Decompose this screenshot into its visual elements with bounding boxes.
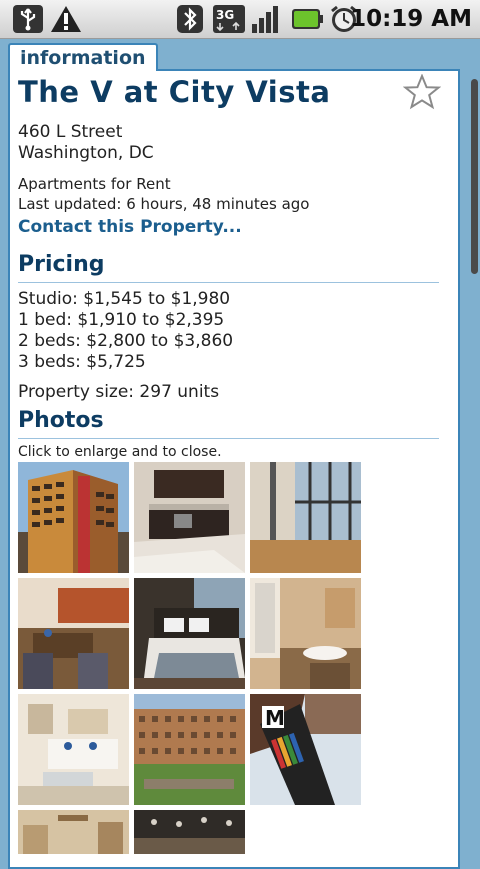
pricing-heading: Pricing [18,252,439,283]
signal-icon [252,6,278,33]
price-2-beds: 2 beds: $2,800 to $3,860 [18,331,234,351]
clock-time: 10:19 AM [350,6,472,32]
photo-bedroom[interactable] [134,578,245,689]
property-size: Property size: 297 units [18,382,220,402]
photo-interior-2[interactable] [134,810,245,854]
property-category: Apartments for Rent [18,175,171,193]
battery-icon [292,9,323,29]
price-1-bed: 1 bed: $1,910 to $2,395 [18,310,225,330]
favorite-star-icon[interactable] [403,74,441,110]
svg-text:3G: 3G [216,8,234,22]
scrollbar[interactable] [471,79,478,274]
svg-text:M: M [265,706,285,730]
photo-building-exterior[interactable] [18,462,129,573]
photos-hint: Click to enlarge and to close. [18,444,222,460]
photo-bathroom[interactable] [250,578,361,689]
photo-courtyard[interactable] [134,694,245,805]
photo-kitchen[interactable] [134,462,245,573]
property-title: The V at City Vista [18,75,331,109]
price-3-beds: 3 beds: $5,725 [18,352,146,372]
photo-dining-area[interactable] [18,578,129,689]
warning-icon [51,6,81,32]
photos-heading: Photos [18,408,439,439]
photo-living-room-windows[interactable] [250,462,361,573]
network-3g-icon: 3G [213,5,245,33]
photo-interior-1[interactable] [18,810,129,854]
contact-property-link[interactable]: Contact this Property... [18,217,242,237]
address-line-2: Washington, DC [18,143,154,163]
price-studio: Studio: $1,545 to $1,980 [18,289,231,309]
photo-lounge[interactable] [18,694,129,805]
last-updated: Last updated: 6 hours, 48 minutes ago [18,195,310,213]
usb-icon [13,5,43,33]
tab-information[interactable]: information [8,43,158,71]
bluetooth-icon [177,5,203,33]
address-line-1: 460 L Street [18,122,123,142]
status-bar: 3G 10:19 AM [0,0,480,39]
photo-metro-sign[interactable]: M [250,694,361,805]
